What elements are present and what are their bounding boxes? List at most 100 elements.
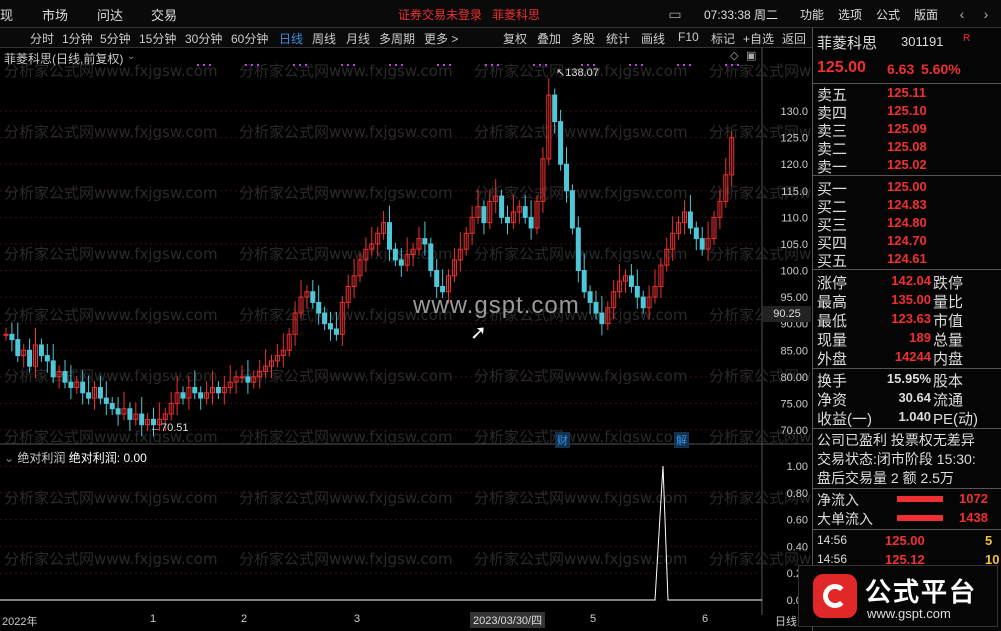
tool-back[interactable]: 返回 xyxy=(782,30,806,47)
marker-dot xyxy=(257,64,259,66)
top-stock-name: 菲菱科思 xyxy=(492,8,541,22)
y-tick-label: 125.0 xyxy=(780,133,808,145)
bid-price: 124.83 xyxy=(887,197,927,212)
stat-label: 总量 xyxy=(933,332,964,349)
marker-dot xyxy=(491,64,493,66)
info-line: 交易状态:闭市阶段 15:30: xyxy=(817,451,976,467)
marker-dot xyxy=(449,64,451,66)
finance-marker[interactable]: 财 xyxy=(555,432,570,448)
menu-options[interactable]: 选项 xyxy=(838,6,862,23)
menu-function[interactable]: 功能 xyxy=(800,6,824,23)
marker-dot xyxy=(389,64,391,66)
square-icon[interactable]: ▣ xyxy=(746,49,756,62)
trade-login-warning[interactable]: 证券交易未登录 xyxy=(398,6,482,23)
candle-body xyxy=(239,376,245,379)
minimize-icon[interactable]: ▭ xyxy=(665,4,685,24)
marker-dot xyxy=(341,64,343,66)
ask-price: 125.02 xyxy=(887,157,927,172)
marker-dot xyxy=(677,64,679,66)
watermark-text: 分析家公式网www.fxjgsw.com xyxy=(239,62,453,80)
watermark-text: 分析家公式网www.fxjgsw.com xyxy=(4,550,218,568)
tool-mark[interactable]: 标记 xyxy=(711,30,735,47)
menu-wenda[interactable]: 问达 xyxy=(97,5,123,24)
tool-add-favorite[interactable]: +自选 xyxy=(743,30,774,47)
tool-draw-line[interactable]: 画线 xyxy=(641,30,665,47)
tool-stats[interactable]: 统计 xyxy=(606,30,630,47)
candle-body xyxy=(564,163,569,192)
date-label: 3 xyxy=(354,613,361,625)
clock: 07:33:38 周二 xyxy=(704,8,779,22)
tool-overlay[interactable]: 叠加 xyxy=(537,30,561,47)
candle-body xyxy=(180,392,186,399)
tick-volume: 5 xyxy=(985,533,993,548)
watermark-text: 分析家公式网www.fxjgsw.com xyxy=(4,184,218,202)
menu-market[interactable]: 市场 xyxy=(42,5,68,24)
candle-body xyxy=(693,227,699,240)
unlock-marker[interactable]: 解 xyxy=(674,432,689,448)
bid-price: 124.70 xyxy=(887,233,927,248)
menu-layout[interactable]: 版面 xyxy=(914,6,938,23)
indicator-name[interactable]: 绝对利润 xyxy=(17,451,65,465)
tool-multi-stock[interactable]: 多股 xyxy=(571,30,595,47)
stat-label: 外盘 xyxy=(817,351,848,368)
tool-fuquan[interactable]: 复权 xyxy=(503,30,527,47)
tool-f10[interactable]: F10 xyxy=(678,30,699,44)
top-menu-bar: 现 市场 问达 交易 证券交易未登录 菲菱科思 ▭ 07:33:38 周二 功能… xyxy=(0,0,1001,28)
stat-label: 净资 xyxy=(817,392,848,409)
indicator-tick-label: 0.60 xyxy=(787,515,808,527)
stat-label: PE(动) xyxy=(933,411,979,428)
stat-label: 内盘 xyxy=(933,351,964,368)
stat-value: 30.64 xyxy=(898,390,931,405)
candle-body xyxy=(328,323,333,330)
tab-30min[interactable]: 30分钟 xyxy=(185,30,222,47)
tab-1min[interactable]: 1分钟 xyxy=(62,30,93,47)
tab-monthly[interactable]: 月线 xyxy=(346,30,370,47)
stat-label: 最高 xyxy=(817,294,848,311)
y-tick-label: 95.00 xyxy=(780,292,808,304)
chevron-down-icon[interactable]: ⌄ xyxy=(127,51,135,62)
tab-60min[interactable]: 60分钟 xyxy=(231,30,268,47)
quote-stock-name: 菲菱科思 xyxy=(817,35,878,52)
flow-bar xyxy=(897,515,943,521)
candle-body xyxy=(38,344,44,357)
tab-weekly[interactable]: 周线 xyxy=(312,30,336,47)
candle-body xyxy=(387,222,392,250)
indicator-value: 0.00 xyxy=(123,451,147,465)
bid-price: 124.80 xyxy=(887,215,927,230)
logo-url: www.gspt.com xyxy=(867,606,951,621)
tab-more[interactable]: 更多 > xyxy=(424,30,458,47)
tab-multi-period[interactable]: 多周期 xyxy=(379,30,415,47)
y-tick-label: 80.00 xyxy=(780,372,808,384)
marker-dot xyxy=(485,64,487,66)
indicator-collapse-icon[interactable]: ⌄ xyxy=(4,451,14,465)
bid-label: 买五 xyxy=(817,253,848,270)
candle-body xyxy=(15,339,21,357)
stat-value: 14244 xyxy=(894,349,931,364)
tab-15min[interactable]: 15分钟 xyxy=(139,30,176,47)
tab-5min[interactable]: 5分钟 xyxy=(100,30,131,47)
candle-body xyxy=(569,190,575,229)
marker-dot xyxy=(533,64,535,66)
marker-dot xyxy=(347,64,349,66)
flow-label: 大单流入 xyxy=(817,511,873,527)
chevron-right-icon[interactable]: › xyxy=(976,4,996,24)
candle-body xyxy=(552,94,558,123)
y-tick-label: 105.0 xyxy=(780,239,808,251)
candle-body xyxy=(392,248,398,261)
candle-body xyxy=(699,238,705,250)
chevron-left-icon[interactable]: ‹ xyxy=(952,4,972,24)
menu-trade[interactable]: 交易 xyxy=(151,5,177,24)
date-label: 6 xyxy=(702,613,709,625)
tab-daily[interactable]: 日线 xyxy=(279,30,303,47)
cursor-icon: ➚ xyxy=(470,322,487,344)
tab-fenshi[interactable]: 分时 xyxy=(30,30,54,47)
diamond-icon[interactable]: ◇ xyxy=(730,49,738,62)
menu-partial[interactable]: 现 xyxy=(0,5,13,24)
kline-chart[interactable]: 分析家公式网www.fxjgsw.com 分析家公式网www.fxjgsw.com… xyxy=(0,48,812,615)
y-tick-label: 70.00 xyxy=(780,425,808,437)
marker-dot xyxy=(545,64,547,66)
divider xyxy=(813,175,1001,176)
indicator-label: 绝对利润: xyxy=(68,451,121,465)
menu-formula[interactable]: 公式 xyxy=(876,6,900,23)
candle-body xyxy=(628,275,634,287)
